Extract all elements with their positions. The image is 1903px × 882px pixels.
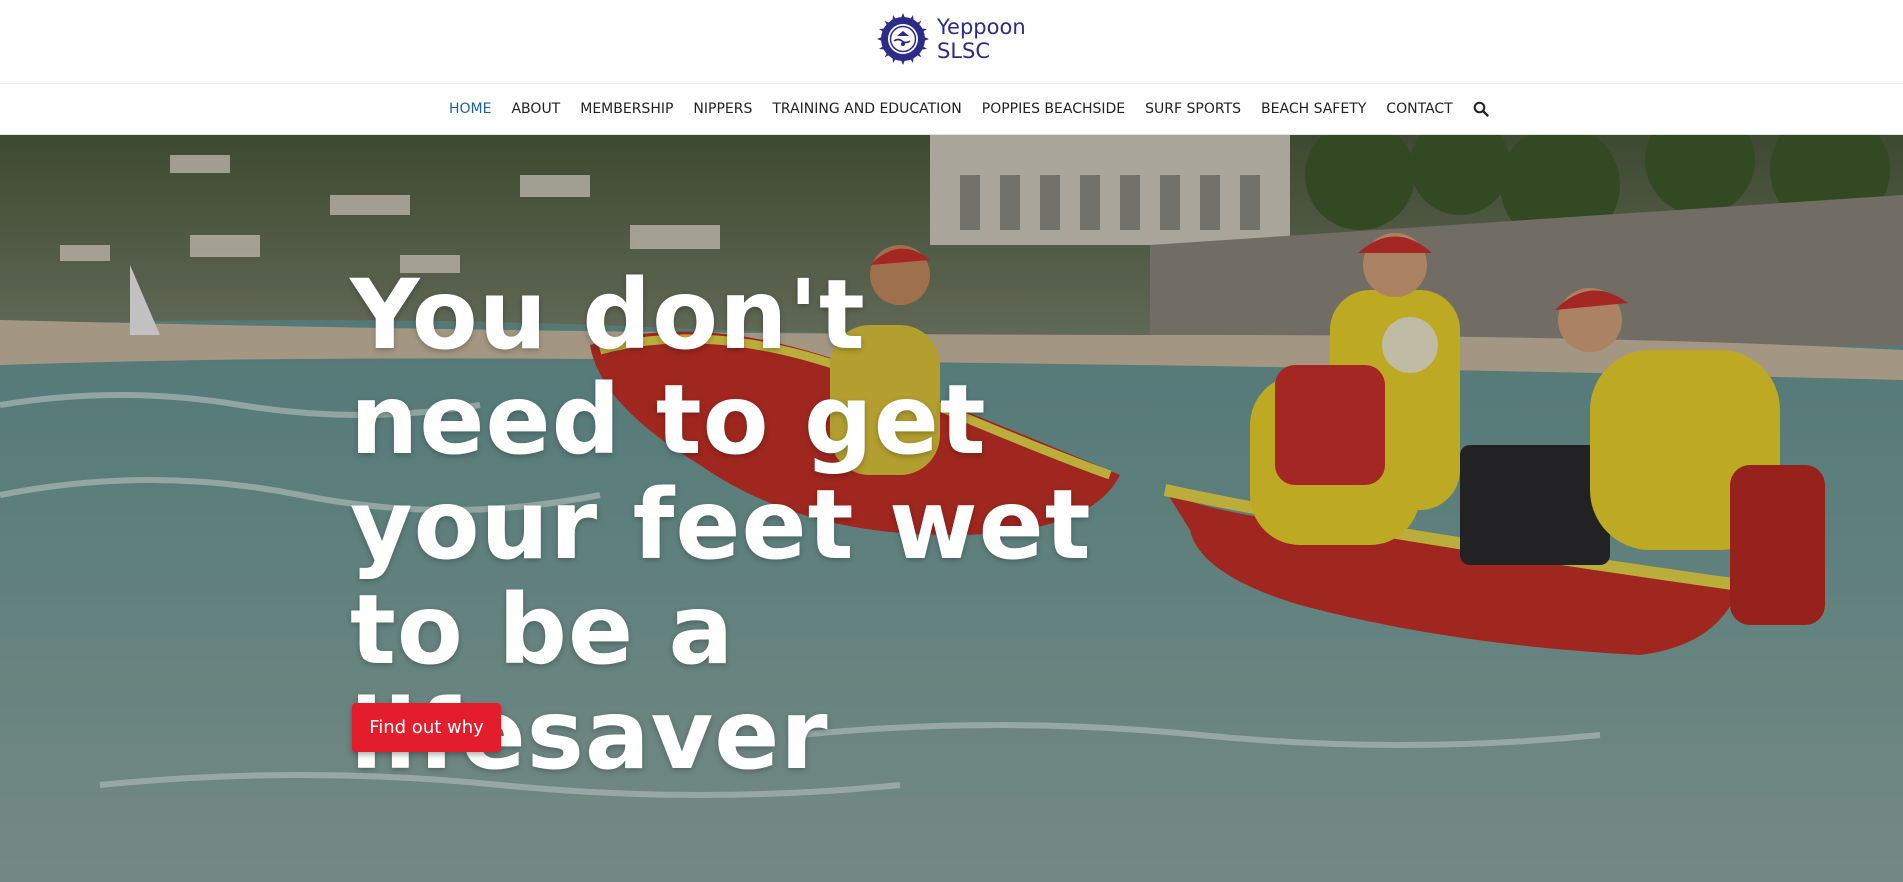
nav-item-beach-safety[interactable]: BEACH SAFETY (1261, 101, 1366, 117)
hero-banner: You don't need to get your feet wet to b… (0, 135, 1903, 882)
find-out-why-button[interactable]: Find out why (352, 703, 501, 752)
nav-item-surf-sports[interactable]: SURF SPORTS (1145, 101, 1241, 117)
main-nav: HOME ABOUT MEMBERSHIP NIPPERS TRAINING A… (0, 84, 1903, 135)
nav-item-about[interactable]: ABOUT (511, 101, 560, 117)
search-icon[interactable] (1473, 101, 1489, 117)
nav-item-home[interactable]: HOME (449, 101, 491, 117)
site-name-line2: SLSC (937, 39, 991, 63)
nav-item-poppies-beachside[interactable]: POPPIES BEACHSIDE (982, 101, 1125, 117)
nav-item-nippers[interactable]: NIPPERS (693, 101, 752, 117)
nav-item-training-and-education[interactable]: TRAINING AND EDUCATION (772, 101, 961, 117)
site-header: Yeppoon SLSC (0, 0, 1903, 83)
site-logo[interactable]: Yeppoon SLSC (875, 11, 1026, 67)
site-name-line1: Yeppoon (937, 15, 1026, 39)
nav-search[interactable] (1473, 101, 1489, 117)
nav-item-membership[interactable]: MEMBERSHIP (580, 101, 673, 117)
site-name: Yeppoon SLSC (937, 15, 1026, 63)
nav-item-contact[interactable]: CONTACT (1386, 101, 1452, 117)
lifesaver-badge-icon (877, 13, 929, 65)
